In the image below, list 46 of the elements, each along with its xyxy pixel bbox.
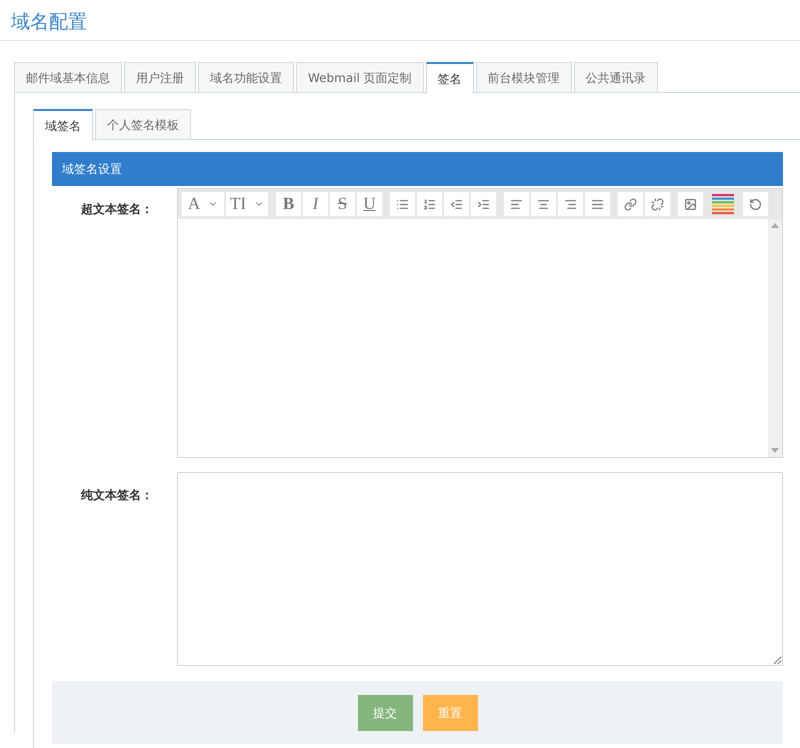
align-center-button[interactable] bbox=[531, 192, 556, 216]
field-label: 超文本签名： bbox=[81, 202, 153, 216]
align-center-icon bbox=[537, 198, 550, 210]
tab[interactable]: Webmail 页面定制 bbox=[296, 62, 424, 93]
plain-text-field[interactable] bbox=[177, 472, 783, 666]
unlink-button[interactable] bbox=[645, 192, 670, 216]
align-left-icon bbox=[510, 198, 523, 210]
unlink-icon bbox=[651, 198, 664, 210]
underline-button[interactable]: U bbox=[357, 192, 382, 216]
align-left-button[interactable] bbox=[504, 192, 529, 216]
bullet-list-button[interactable] bbox=[390, 192, 415, 216]
field-label: 纯文本签名： bbox=[81, 488, 153, 502]
outdent-icon bbox=[450, 198, 463, 210]
tab[interactable]: 公共通讯录 bbox=[574, 62, 658, 93]
panel-header: 域签名设置 bbox=[52, 152, 783, 186]
toolbar-dropdown[interactable]: A bbox=[182, 192, 224, 216]
outdent-button[interactable] bbox=[444, 192, 469, 216]
numbered-list-button[interactable] bbox=[417, 192, 442, 216]
tab[interactable]: 个人签名模板 bbox=[95, 109, 191, 140]
color-stripes-icon[interactable] bbox=[711, 193, 735, 215]
tab[interactable]: 邮件域基本信息 bbox=[14, 62, 122, 93]
italic-button[interactable]: I bbox=[303, 192, 328, 216]
numbered-list-icon bbox=[423, 198, 436, 210]
align-right-button[interactable] bbox=[558, 192, 583, 216]
link-icon bbox=[624, 198, 637, 210]
tab[interactable]: 签名 bbox=[426, 62, 474, 94]
tab[interactable]: 用户注册 bbox=[124, 62, 196, 93]
link-button[interactable] bbox=[618, 192, 643, 216]
bullet-list-icon bbox=[396, 198, 409, 210]
page-title: 域名配置 bbox=[11, 10, 88, 34]
undo-icon bbox=[749, 198, 762, 210]
image-button[interactable] bbox=[678, 192, 703, 216]
tab[interactable]: 域签名 bbox=[33, 109, 93, 141]
strike-button[interactable]: S bbox=[330, 192, 355, 216]
undo-button[interactable] bbox=[743, 192, 768, 216]
justify-button[interactable] bbox=[585, 192, 610, 216]
image-icon bbox=[684, 198, 697, 210]
tab[interactable]: 前台模块管理 bbox=[476, 62, 572, 93]
indent-button[interactable] bbox=[471, 192, 496, 216]
indent-icon bbox=[477, 198, 490, 210]
bold-button[interactable]: B bbox=[276, 192, 301, 216]
tab[interactable]: 域名功能设置 bbox=[198, 62, 294, 93]
toolbar-dropdown[interactable]: TI bbox=[226, 192, 268, 216]
justify-icon bbox=[591, 198, 604, 210]
rich-text-editor[interactable]: A TI B I S U bbox=[177, 188, 783, 458]
align-right-icon bbox=[564, 198, 577, 210]
